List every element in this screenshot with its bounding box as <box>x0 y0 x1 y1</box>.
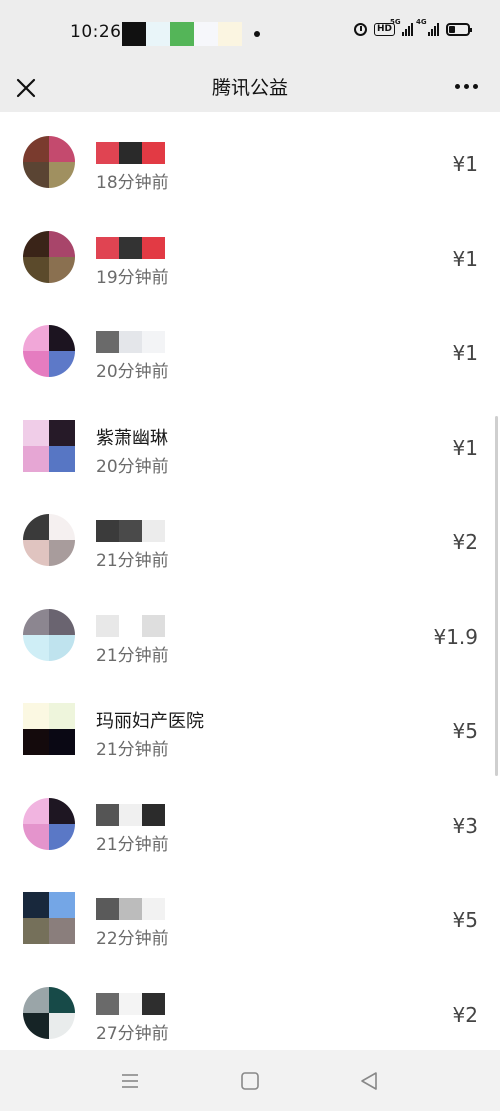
donor-name-mosaic <box>96 520 165 542</box>
avatar[interactable] <box>23 230 75 283</box>
donation-amount: ¥1 <box>452 435 478 460</box>
back-button[interactable] <box>356 1068 382 1094</box>
avatar[interactable] <box>23 986 75 1039</box>
notification-icon <box>194 22 218 46</box>
avatar[interactable] <box>23 136 75 188</box>
donor-name: 玛丽妇产医院 <box>96 711 204 732</box>
donation-amount: ¥1 <box>452 246 478 271</box>
title-bar: 腾讯公益 <box>0 62 500 112</box>
status-bar: 10:26 HD 5G 4G <box>0 0 500 62</box>
donation-row[interactable]: 紫萧幽琳 20分钟前 ¥1 <box>0 396 500 491</box>
avatar[interactable] <box>23 797 75 850</box>
donation-row[interactable]: 19分钟前 ¥1 <box>0 207 500 302</box>
donor-name-mosaic <box>96 614 165 637</box>
donation-time: 20分钟前 <box>96 362 169 382</box>
donation-row[interactable]: 20分钟前 ¥1 <box>0 301 500 396</box>
avatar[interactable] <box>23 325 75 377</box>
alarm-icon <box>353 22 367 36</box>
donation-row[interactable]: 27分钟前 ¥2 <box>0 963 500 1051</box>
donation-row[interactable]: 22分钟前 ¥5 <box>0 868 500 963</box>
notification-icons <box>122 22 242 46</box>
donation-row[interactable]: 玛丽妇产医院 21分钟前 ¥5 <box>0 679 500 774</box>
donor-name-mosaic <box>96 142 165 164</box>
status-time: 10:26 <box>70 22 122 42</box>
home-button[interactable] <box>237 1068 263 1094</box>
more-icon <box>455 84 460 89</box>
donor-name-mosaic <box>96 331 165 353</box>
battery-icon <box>446 22 472 36</box>
donation-time: 22分钟前 <box>96 929 169 949</box>
more-notifications-dot <box>254 31 260 37</box>
back-icon <box>361 1072 377 1090</box>
donation-amount: ¥2 <box>452 1002 478 1027</box>
donation-time: 21分钟前 <box>96 740 169 760</box>
notification-icon <box>218 22 242 46</box>
menu-icon <box>122 1074 138 1088</box>
donor-name-mosaic <box>96 898 165 920</box>
donation-amount: ¥2 <box>452 530 478 554</box>
signal-4g-icon: 4G <box>416 18 439 36</box>
donation-row[interactable]: 21分钟前 ¥1.9 <box>0 585 500 680</box>
page-title: 腾讯公益 <box>211 77 288 99</box>
status-icons: HD 5G 4G <box>353 18 472 36</box>
donation-amount: ¥5 <box>452 719 478 743</box>
avatar[interactable] <box>23 514 75 566</box>
avatar[interactable] <box>23 703 75 755</box>
notification-icon <box>170 22 194 46</box>
donation-amount: ¥1 <box>452 152 478 176</box>
avatar[interactable] <box>23 608 75 661</box>
more-button[interactable] <box>451 80 482 93</box>
donation-time: 20分钟前 <box>96 456 169 477</box>
navigation-bar <box>0 1050 500 1111</box>
donation-time: 27分钟前 <box>96 1023 169 1044</box>
avatar[interactable] <box>23 892 75 944</box>
donation-time: 19分钟前 <box>96 267 169 288</box>
donation-amount: ¥3 <box>452 813 478 838</box>
donation-time: 18分钟前 <box>96 173 169 193</box>
donation-row[interactable]: 21分钟前 ¥2 <box>0 490 500 585</box>
signal-5g-icon: 5G <box>390 18 413 36</box>
donation-amount: ¥1 <box>452 341 478 365</box>
donation-row[interactable]: 21分钟前 ¥3 <box>0 774 500 869</box>
donor-name-mosaic <box>96 236 165 259</box>
donation-time: 21分钟前 <box>96 551 169 571</box>
donor-name-mosaic <box>96 803 165 826</box>
donation-amount: ¥5 <box>452 908 478 932</box>
avatar[interactable] <box>23 419 75 472</box>
donation-time: 21分钟前 <box>96 645 169 666</box>
donation-amount: ¥1.9 <box>433 624 478 649</box>
menu-button[interactable] <box>117 1068 143 1094</box>
donor-name: 紫萧幽琳 <box>96 427 168 449</box>
scrollbar[interactable] <box>495 416 498 776</box>
notification-icon <box>146 22 170 46</box>
donation-row[interactable]: 18分钟前 ¥1 <box>0 112 500 207</box>
donation-list[interactable]: 18分钟前 ¥1 19分钟前 ¥1 20分钟前 ¥1 紫萧幽琳 20分钟前 ¥1 21分钟前 ¥2 2… <box>0 112 500 1050</box>
notification-icon <box>122 22 146 46</box>
home-icon <box>241 1072 259 1090</box>
donation-time: 21分钟前 <box>96 834 169 855</box>
donor-name-mosaic <box>96 992 165 1015</box>
